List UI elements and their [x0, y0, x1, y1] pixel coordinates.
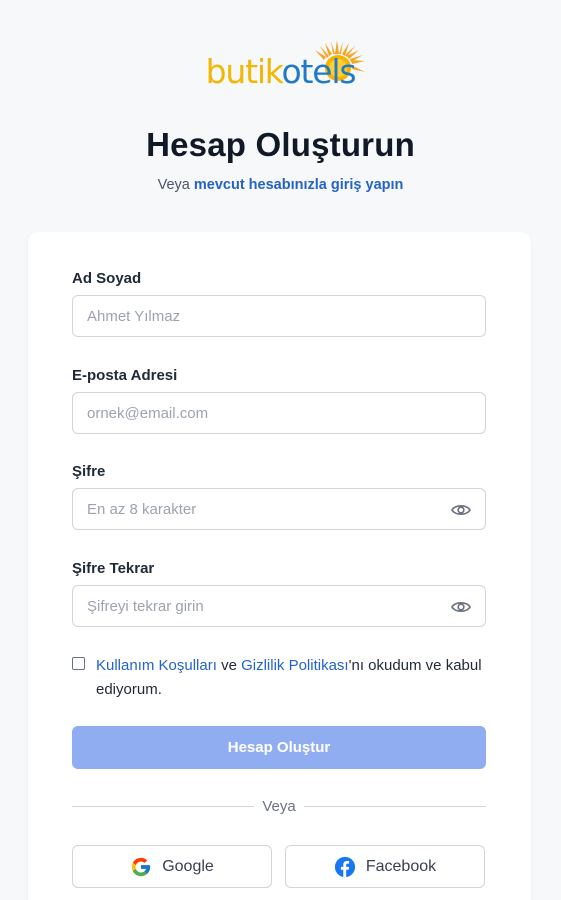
login-prompt-prefix: Veya [157, 177, 190, 193]
logo-text-otels: otels [281, 52, 357, 91]
terms-text: Kullanım Koşulları ve Gizlilik Politikas… [72, 654, 482, 702]
terms-agreement: Kullanım Koşulları ve Gizlilik Politikas… [72, 654, 482, 702]
name-field-wrapper [72, 295, 486, 337]
brand-logo[interactable]: butikotels [0, 38, 561, 91]
facebook-signin-button[interactable]: Facebook [285, 845, 485, 888]
login-link[interactable]: mevcut hesabınızla giriş yapın [194, 177, 404, 193]
email-label: E-posta Adresi [72, 367, 178, 384]
google-icon [132, 857, 151, 876]
logo-text-butik: butik [205, 52, 283, 91]
eye-icon[interactable] [451, 500, 471, 520]
privacy-policy-link[interactable]: Gizlilik Politikası [241, 657, 349, 674]
create-account-button[interactable]: Hesap Oluştur [72, 726, 486, 769]
password-field-wrapper [72, 488, 486, 530]
password-confirm-field-wrapper [72, 585, 486, 627]
google-label: Google [162, 857, 214, 875]
name-label: Ad Soyad [72, 270, 142, 287]
password-label: Şifre [72, 463, 106, 480]
password-confirm-label: Şifre Tekrar [72, 560, 155, 577]
terms-checkbox[interactable] [72, 657, 85, 670]
password-confirm-input[interactable] [87, 597, 485, 615]
facebook-label: Facebook [365, 857, 437, 875]
email-input[interactable] [87, 404, 485, 422]
login-prompt: Veya mevcut hesabınızla giriş yapın [0, 177, 561, 193]
eye-icon[interactable] [451, 597, 471, 617]
terms-of-use-link[interactable]: Kullanım Koşulları [96, 657, 217, 674]
or-divider: Veya [72, 796, 486, 818]
terms-and-text: ve [221, 657, 237, 674]
name-input[interactable] [87, 307, 485, 325]
google-signin-button[interactable]: Google [72, 845, 272, 888]
password-input[interactable] [87, 500, 485, 518]
email-field-wrapper [72, 392, 486, 434]
facebook-icon [334, 856, 355, 877]
logo-wordmark: butikotels [205, 52, 357, 91]
page-title: Hesap Oluşturun [146, 126, 415, 163]
divider-line-right [304, 806, 486, 807]
